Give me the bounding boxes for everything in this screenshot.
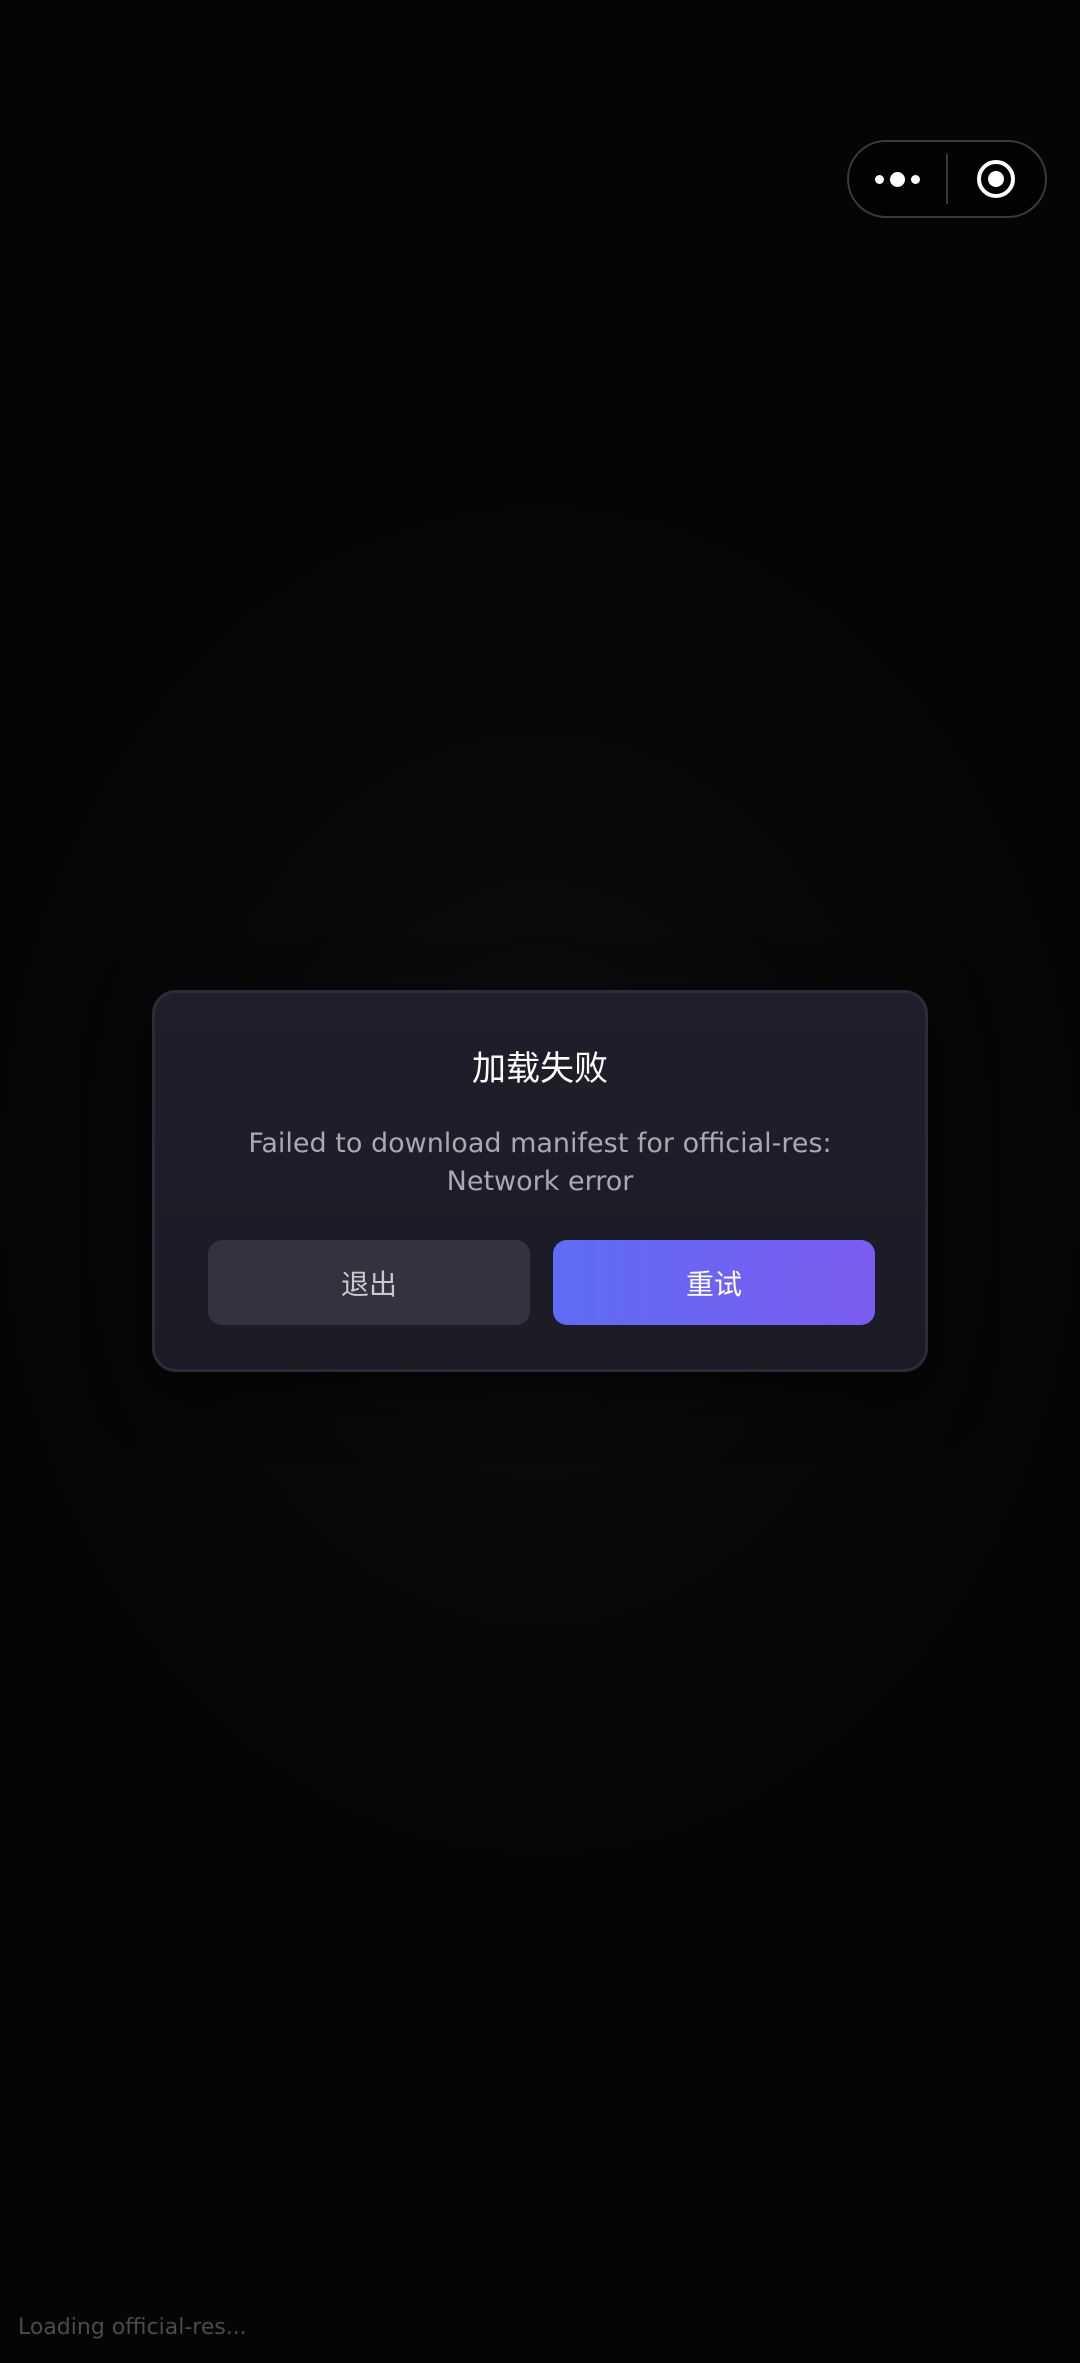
load-failed-dialog: 加载失败 Failed to download manifest for off… xyxy=(152,990,928,1372)
miniprogram-capsule xyxy=(847,140,1047,218)
retry-button[interactable]: 重试 xyxy=(553,1240,875,1325)
dialog-title: 加载失败 xyxy=(472,1049,608,1089)
more-menu-button[interactable] xyxy=(849,142,946,216)
more-dots-icon xyxy=(875,171,920,187)
dialog-message: Failed to download manifest for official… xyxy=(248,1128,832,1197)
close-miniprogram-button[interactable] xyxy=(948,142,1045,216)
loading-status-text: Loading official-res... xyxy=(18,2315,247,2340)
exit-button[interactable]: 退出 xyxy=(208,1240,530,1325)
screen: 加载失败 Failed to download manifest for off… xyxy=(0,0,1080,2363)
target-circle-icon xyxy=(977,160,1016,198)
